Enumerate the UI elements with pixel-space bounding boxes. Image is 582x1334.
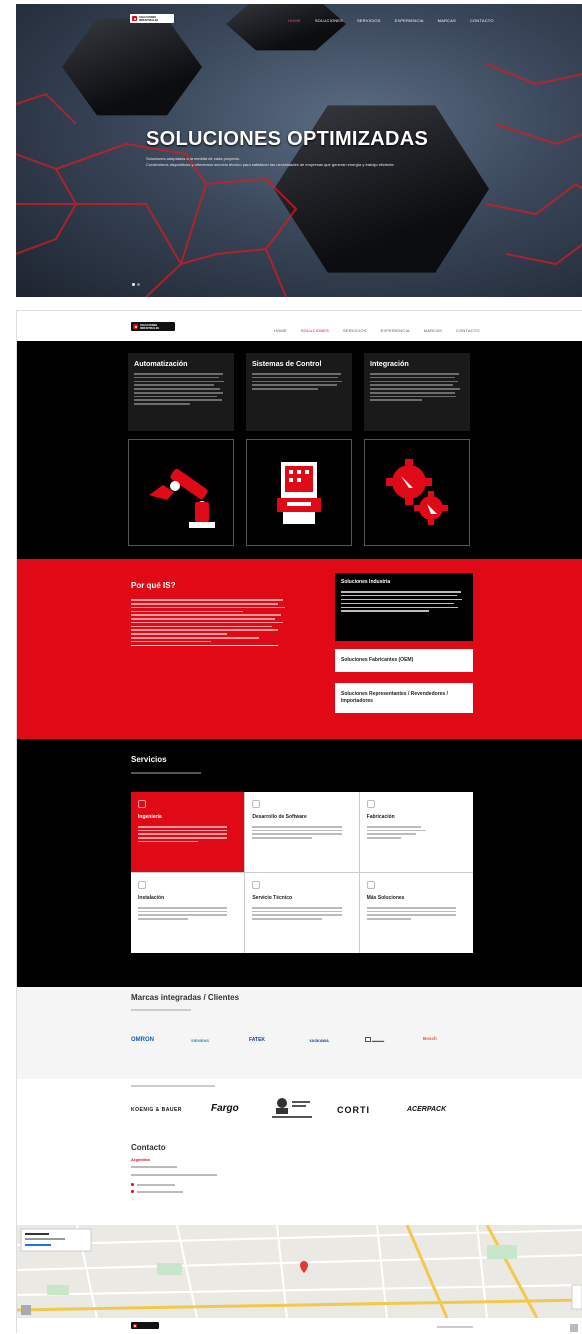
hero-slider: SOLUCIONES INDUSTRIALES HOME SOLUCIONES S… bbox=[16, 4, 582, 297]
robot-arm-icon bbox=[149, 468, 215, 528]
industria-title: Soluciones Industria bbox=[341, 579, 391, 585]
phone-icon bbox=[131, 1183, 134, 1186]
brand-omron: OMRON bbox=[131, 1037, 154, 1043]
map-streets bbox=[17, 1225, 582, 1318]
wrench-icon bbox=[252, 881, 261, 889]
slider-dot-active[interactable] bbox=[132, 283, 135, 286]
contacto-phone[interactable] bbox=[131, 1183, 175, 1186]
client-emblem bbox=[272, 1097, 312, 1125]
contacto-email[interactable] bbox=[131, 1190, 183, 1193]
hero-nav: HOME SOLUCIONES SERVICIOS EXPERIENCIA MA… bbox=[288, 18, 494, 23]
nav-home[interactable]: HOME bbox=[274, 328, 287, 333]
por-que-title: Por qué IS? bbox=[131, 581, 176, 590]
main-nav: HOME SOLUCIONES SERVICIOS EXPERIENCIA MA… bbox=[274, 328, 480, 333]
brand-fatek: FATEK bbox=[249, 1037, 266, 1043]
control-panel-icon bbox=[277, 462, 321, 524]
nav-servicios[interactable]: SERVICIOS bbox=[343, 328, 367, 333]
representantes-button[interactable]: Soluciones Representantes / Revendedores… bbox=[335, 683, 473, 713]
automatizacion-card[interactable] bbox=[128, 439, 234, 546]
header-logo[interactable]: SOLUCIONES INDUSTRIALES bbox=[131, 322, 175, 331]
bulb-icon bbox=[366, 881, 375, 889]
servicio-instalacion[interactable]: Instalación bbox=[131, 873, 245, 953]
integracion-column: Integración bbox=[364, 353, 470, 431]
servicios-section: Servicios Ingeniería Desarrollo de Softw… bbox=[17, 739, 582, 987]
contacto-title: Contacto bbox=[131, 1143, 166, 1152]
site-header: SOLUCIONES INDUSTRIALES HOME SOLUCIONES S… bbox=[17, 311, 582, 341]
footer-copyright bbox=[437, 1326, 473, 1328]
servicio-software[interactable]: Desarrollo de Software bbox=[245, 792, 359, 872]
nav-contacto[interactable]: CONTACTO bbox=[470, 18, 494, 23]
nav-marcas[interactable]: MARCAS bbox=[438, 18, 456, 23]
servicios-title: Servicios bbox=[131, 755, 167, 764]
por-que-text bbox=[131, 597, 291, 648]
marcas-title: Marcas integradas / Clientes bbox=[131, 993, 240, 1002]
nav-experiencia[interactable]: EXPERIENCIA bbox=[395, 18, 424, 23]
sistemas-control-column: Sistemas de Control bbox=[246, 353, 352, 431]
sistemas-control-card[interactable] bbox=[246, 439, 352, 546]
servicio-ingenieria[interactable]: Ingeniería bbox=[131, 792, 245, 872]
scroll-top-button[interactable] bbox=[570, 1324, 578, 1332]
contacto-company bbox=[131, 1166, 177, 1168]
nav-soluciones[interactable]: SOLUCIONES bbox=[315, 18, 343, 23]
sistemas-control-title: Sistemas de Control bbox=[252, 359, 322, 368]
servicios-grid: Ingeniería Desarrollo de Software Fabric… bbox=[131, 792, 473, 953]
hero-subtitle-1: Soluciones adaptadas a la medida de cada… bbox=[146, 156, 241, 161]
por-que-section: Por qué IS? Soluciones Industria Solucio… bbox=[17, 559, 582, 739]
gears-icon bbox=[386, 459, 448, 525]
soluciones-industria-panel: Soluciones Industria bbox=[335, 573, 473, 641]
client-koenig-bauer: KOENIG & BAUER bbox=[131, 1107, 182, 1113]
nav-soluciones[interactable]: SOLUCIONES bbox=[301, 328, 329, 333]
nav-contacto[interactable]: CONTACTO bbox=[456, 328, 480, 333]
clientes-subtitle bbox=[131, 1085, 215, 1087]
integracion-title: Integración bbox=[370, 359, 409, 368]
client-fargo: Fargo bbox=[211, 1103, 239, 1114]
contacto-address bbox=[131, 1174, 217, 1176]
fabricantes-button[interactable]: Soluciones Fabricantes (OEM) bbox=[335, 649, 473, 672]
brand-abb: ▬▬▬ bbox=[365, 1037, 384, 1043]
integracion-card[interactable] bbox=[364, 439, 470, 546]
location-map[interactable] bbox=[17, 1225, 582, 1318]
brand-bosch: Bosch bbox=[423, 1036, 437, 1041]
client-corti: CORTI bbox=[337, 1105, 370, 1115]
contacto-country: Argentina bbox=[131, 1157, 150, 1162]
servicios-subtitle bbox=[131, 772, 201, 774]
nav-servicios[interactable]: SERVICIOS bbox=[357, 18, 381, 23]
footer-logo[interactable] bbox=[131, 1322, 159, 1329]
marcas-subtitle bbox=[131, 1009, 191, 1011]
slider-dot[interactable] bbox=[137, 283, 140, 286]
servicio-fabricacion[interactable]: Fabricación bbox=[359, 792, 473, 872]
hero-title: SOLUCIONES OPTIMIZADAS bbox=[146, 128, 429, 150]
nav-home[interactable]: HOME bbox=[288, 18, 301, 23]
automatizacion-column: Automatización bbox=[128, 353, 234, 431]
full-page-screenshot: SOLUCIONES INDUSTRIALES HOME SOLUCIONES S… bbox=[16, 310, 582, 1334]
pencil-icon bbox=[138, 800, 146, 808]
site-footer bbox=[17, 1318, 582, 1334]
brand-siemens: SIEMENS bbox=[191, 1038, 210, 1043]
monitor-icon bbox=[252, 800, 261, 808]
mail-icon bbox=[131, 1190, 134, 1193]
brand-yaskawa: YASKAWA bbox=[309, 1038, 329, 1043]
plug-icon bbox=[138, 881, 146, 889]
tool-icon bbox=[366, 800, 375, 808]
clientes-section: KOENIG & BAUER Fargo CORTI ACERPACK bbox=[17, 1079, 582, 1143]
brand-logo[interactable]: SOLUCIONES INDUSTRIALES bbox=[130, 14, 174, 23]
contacto-section: Contacto Argentina bbox=[17, 1143, 582, 1225]
nav-marcas[interactable]: MARCAS bbox=[424, 328, 442, 333]
automatizacion-title: Automatización bbox=[134, 359, 188, 368]
marcas-section: Marcas integradas / Clientes OMRON SIEME… bbox=[17, 987, 582, 1079]
servicio-mas-soluciones[interactable]: Más Soluciones bbox=[359, 873, 473, 953]
nav-experiencia[interactable]: EXPERIENCIA bbox=[381, 328, 410, 333]
slider-dots bbox=[132, 283, 140, 286]
hero-subtitle-2: Construimos dispositivos y ofrecemos ser… bbox=[146, 162, 395, 167]
servicio-tecnico[interactable]: Servicio Técnico bbox=[245, 873, 359, 953]
client-acerpack: ACERPACK bbox=[407, 1106, 447, 1113]
emblem-icon bbox=[272, 1098, 312, 1118]
